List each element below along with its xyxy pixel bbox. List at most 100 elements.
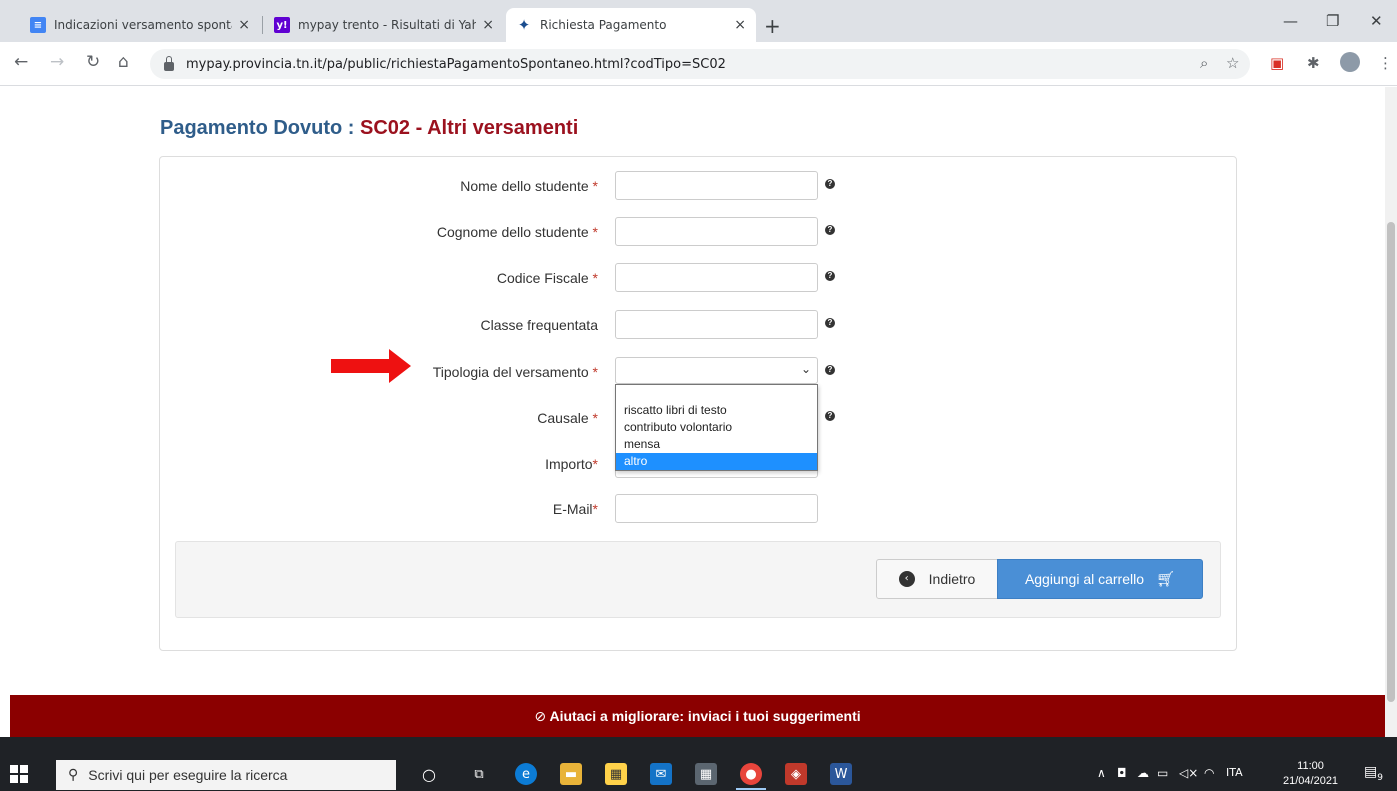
dropdown-option-selected[interactable]: altro [616,453,817,470]
email-input[interactable] [615,494,818,523]
tipologia-label: Tipologia del versamento * [433,364,598,380]
chevron-left-icon: ‹ [898,571,915,587]
browser-toolbar: ← → ↻ ⌂ mypay.provincia.tn.it/pa/public/… [0,42,1397,86]
close-window-icon[interactable]: ✕ [1370,12,1383,30]
feedback-banner-text: Aiutaci a migliorare: inviaci i tuoi sug… [549,708,861,724]
classe-input[interactable] [615,310,818,339]
word-icon[interactable]: W [830,763,852,785]
home-icon[interactable]: ⌂ [118,52,129,72]
help-icon[interactable]: ? [825,318,835,328]
zoom-icon[interactable]: ⌕ [1200,54,1208,72]
help-icon[interactable]: ? [825,271,835,281]
meet-now-icon[interactable]: ◘ [1117,766,1127,780]
cognome-input[interactable] [615,217,818,246]
lock-icon [164,55,174,71]
help-icon[interactable]: ? [825,225,835,235]
causale-label: Causale * [537,410,598,426]
label-text: E-Mail [552,501,593,517]
notification-count: 9 [1377,772,1383,783]
add-to-cart-button[interactable]: Aggiungi al carrello 🛒︎ [997,559,1203,599]
onedrive-icon[interactable]: ☁ [1137,766,1149,780]
tipologia-select[interactable]: ⌄ [615,357,818,384]
nome-input[interactable] [615,171,818,200]
clock-time: 11:00 [1297,760,1324,772]
tab-richiesta-pagamento[interactable]: ✦ Richiesta Pagamento × [506,8,756,42]
help-icon[interactable]: ? [825,179,835,189]
required-mark: * [592,501,598,517]
nome-label: Nome dello studente * [460,178,598,194]
codice-fiscale-label: Codice Fiscale * [497,270,598,286]
search-icon: ⚲ [68,767,79,783]
task-view-icon[interactable]: ⧉ [468,763,490,785]
file-explorer-icon[interactable]: ▬ [560,763,582,785]
bookmark-star-icon[interactable]: ☆ [1226,54,1239,72]
speaker-muted-icon[interactable]: ◁× [1179,766,1198,780]
menu-kebab-icon[interactable]: ⋮ [1378,54,1393,72]
windows-taskbar: ⚲ Scrivi qui per eseguire la ricerca ○ ⧉… [0,757,1397,791]
required-mark: * [588,410,598,426]
address-bar[interactable]: mypay.provincia.tn.it/pa/public/richiest… [150,49,1250,79]
classe-label: Classe frequentata [480,317,598,333]
close-tab-icon[interactable]: × [238,17,250,33]
tab-title: mypay trento - Risultati di Yahoo [298,18,477,32]
mypay-icon: ✦ [517,16,531,34]
required-mark: * [592,456,598,472]
active-app-indicator [736,788,766,790]
required-mark: * [588,270,598,286]
title-prefix: Pagamento Dovuto : [160,117,361,139]
dropdown-option[interactable]: riscatto libri di testo [616,402,817,419]
codice-fiscale-input[interactable] [615,263,818,292]
wifi-icon[interactable]: ◠ [1204,766,1214,780]
close-tab-icon[interactable]: × [482,17,494,33]
form-row-tipologia: Tipologia del versamento * ⌄ ? [160,357,1238,387]
show-hidden-icons[interactable]: ∧ [1097,766,1106,780]
taskbar-clock[interactable]: 11:00 21/04/2021 [1283,759,1338,789]
notification-icon[interactable]: ▤9 [1364,764,1383,783]
minimize-icon[interactable]: — [1283,12,1298,30]
help-icon[interactable]: ? [825,411,835,421]
form-actions: ‹ Indietro Aggiungi al carrello 🛒︎ [175,541,1221,618]
extensions-puzzle-icon[interactable]: ✱ [1307,54,1320,72]
restore-icon[interactable]: ❐ [1326,12,1339,30]
language-indicator[interactable]: ITA [1226,766,1243,779]
tab-indicazioni[interactable]: ≡ Indicazioni versamento spontane × [20,8,260,42]
tab-title: Richiesta Pagamento [540,18,667,32]
edge-icon[interactable]: e [515,763,537,785]
back-button[interactable]: ‹ Indietro [876,559,998,599]
tab-separator [262,16,263,34]
reload-icon[interactable]: ↻ [86,52,100,72]
form-row-nome: Nome dello studente * ? [160,171,1238,201]
browser-tab-strip: ≡ Indicazioni versamento spontane × y! m… [0,0,1397,42]
close-tab-icon[interactable]: × [734,17,746,33]
battery-icon[interactable]: ▭ [1157,766,1168,780]
store-icon[interactable]: ▦ [605,763,627,785]
email-label: E-Mail* [553,501,598,517]
title-code: SC02 - Altri versamenti [360,117,579,139]
required-mark: * [588,364,598,380]
dropdown-option[interactable]: contributo volontario [616,419,817,436]
antivirus-icon[interactable]: ◈ [785,763,807,785]
yahoo-icon: y! [274,17,290,33]
circle-check-icon: ⊘ [534,709,547,725]
help-icon[interactable]: ? [825,365,835,375]
windows-start-icon[interactable] [10,765,28,783]
forward-arrow-icon[interactable]: → [50,52,64,72]
chrome-icon[interactable]: ● [740,763,762,785]
calculator-icon[interactable]: ▦ [695,763,717,785]
back-arrow-icon[interactable]: ← [14,52,28,72]
profile-avatar[interactable] [1340,52,1360,72]
search-placeholder: Scrivi qui per eseguire la ricerca [88,767,288,783]
taskbar-search[interactable]: ⚲ Scrivi qui per eseguire la ricerca [56,760,396,790]
form-row-codice-fiscale: Codice Fiscale * ? [160,263,1238,293]
new-tab-button[interactable]: + [764,14,781,38]
tab-yahoo[interactable]: y! mypay trento - Risultati di Yahoo × [264,8,504,42]
mail-icon[interactable]: ✉ [650,763,672,785]
label-text: Causale [537,410,589,426]
cortana-icon[interactable]: ○ [418,763,440,785]
feedback-banner[interactable]: ⊘ Aiutaci a migliorare: inviaci i tuoi s… [10,695,1385,737]
cognome-label: Cognome dello studente * [437,224,598,240]
page-scrollbar[interactable] [1385,87,1397,737]
dropdown-option[interactable]: mensa [616,436,817,453]
extension-shield-icon[interactable]: ▣ [1270,54,1284,72]
scrollbar-thumb[interactable] [1387,222,1395,702]
